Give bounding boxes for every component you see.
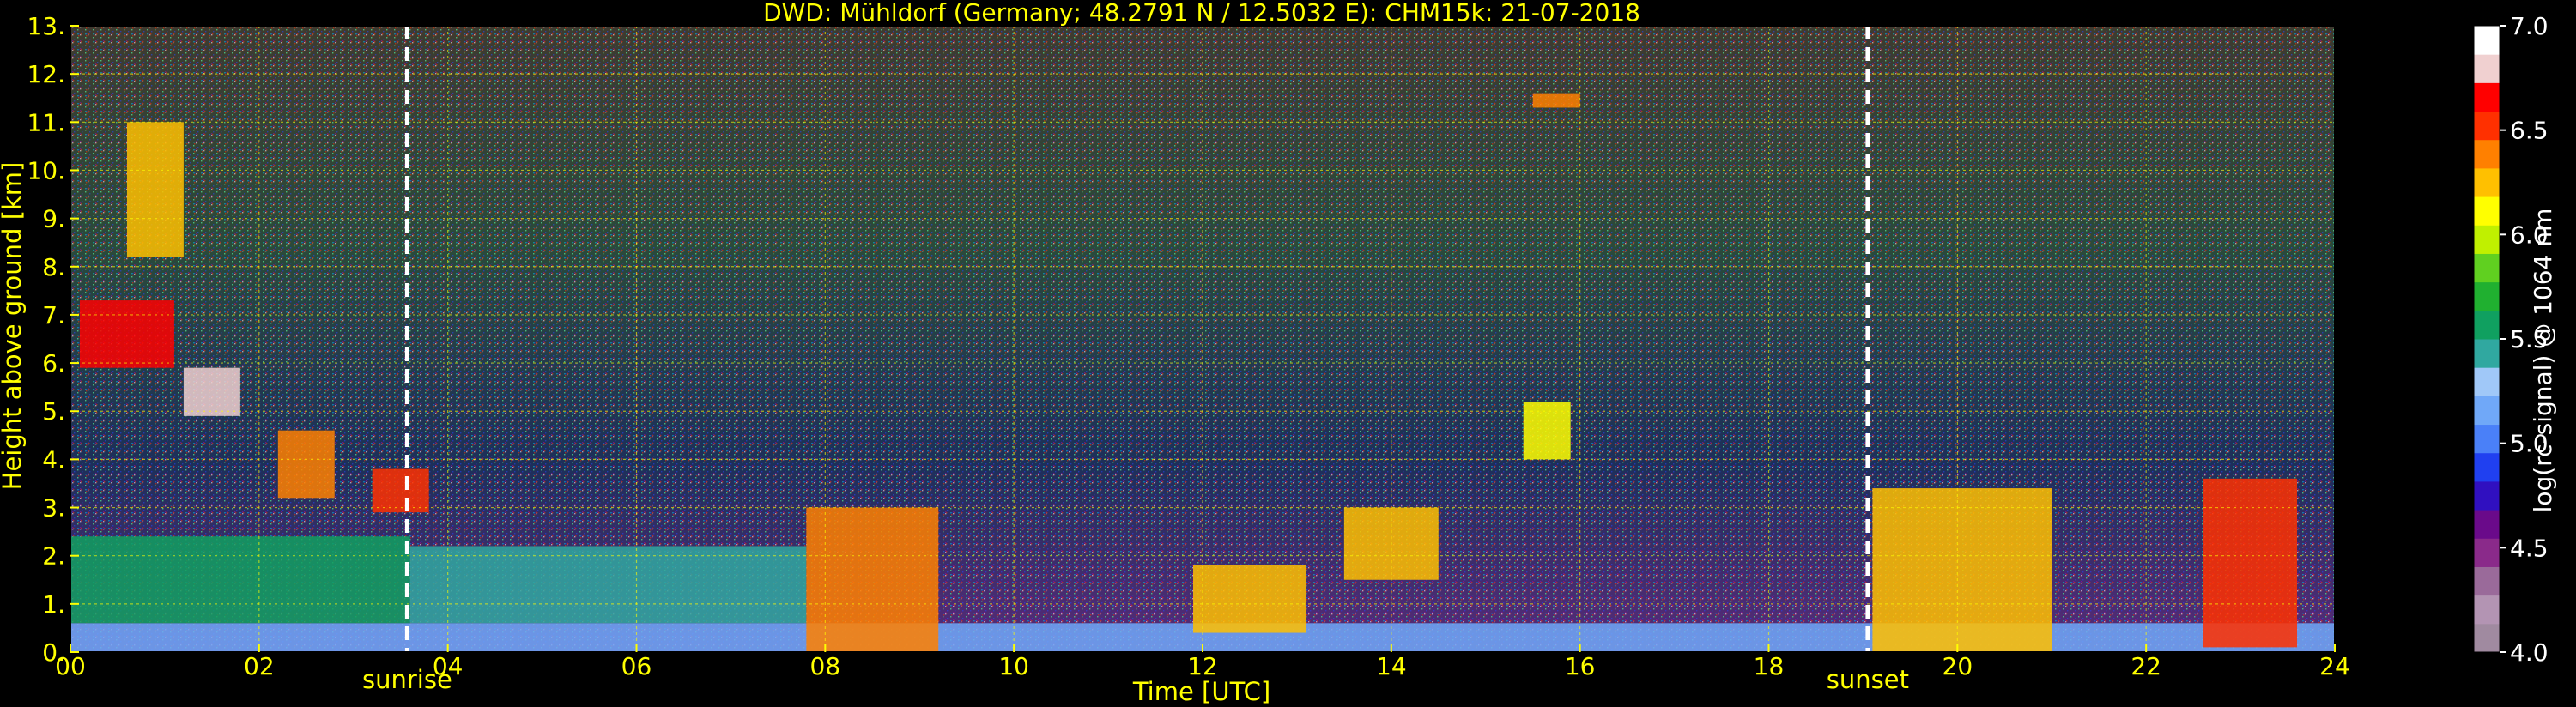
y-tick-label: 13. <box>27 12 65 40</box>
colorbar-tick-label: 7.0 <box>2510 12 2549 40</box>
y-tick-label: 5. <box>42 397 65 426</box>
colorbar-segment <box>2474 452 2500 482</box>
colorbar-segment <box>2474 566 2500 596</box>
y-tick-label: 12. <box>27 60 65 88</box>
x-tick-label: 02 <box>244 652 275 680</box>
x-tick-label: 14 <box>1376 652 1407 680</box>
signal-feature-1 <box>70 536 410 624</box>
x-tick-label: 18 <box>1754 652 1785 680</box>
y-tick-label: 0. <box>42 638 65 667</box>
y-axis-label: Height above ground [km] <box>0 162 27 491</box>
x-tick-label: 06 <box>621 652 652 680</box>
colorbar-segment <box>2474 367 2500 396</box>
y-tick-label: 1. <box>42 590 65 619</box>
signal-feature-9 <box>1193 565 1306 633</box>
x-tick-label: 24 <box>2319 652 2350 680</box>
colorbar-segment <box>2474 225 2500 254</box>
signal-feature-2 <box>409 546 807 624</box>
signal-feature-4 <box>79 300 174 368</box>
signal-feature-13 <box>1872 488 2052 652</box>
x-tick-label: 16 <box>1565 652 1596 680</box>
colorbar-segment <box>2474 310 2500 340</box>
colorbar-segment <box>2474 480 2500 511</box>
y-tick-label: 10. <box>27 156 65 184</box>
signal-feature-12 <box>1532 93 1580 108</box>
colorbar-segment <box>2474 424 2500 454</box>
signal-feature-3 <box>806 507 939 652</box>
colorbar-segment <box>2474 281 2500 311</box>
y-tick-label: 9. <box>42 205 65 233</box>
signal-feature-5 <box>183 367 240 416</box>
y-tick-label: 8. <box>42 253 65 281</box>
y-tick-label: 4. <box>42 445 65 474</box>
signal-feature-6 <box>277 430 335 499</box>
colorbar-segment <box>2474 111 2500 141</box>
colorbar-segment <box>2474 623 2500 653</box>
y-tick-label: 2. <box>42 542 65 571</box>
y-tick-label: 3. <box>42 494 65 523</box>
annotation-label-sunset: sunset <box>1827 665 1909 694</box>
colorbar-tick-label: 6.5 <box>2510 117 2549 145</box>
colorbar-segment <box>2474 595 2500 625</box>
signal-feature-7 <box>126 122 184 257</box>
x-axis-label: Time [UTC] <box>1132 677 1270 706</box>
x-tick-label: 22 <box>2131 652 2161 680</box>
colorbar-segment <box>2474 510 2500 539</box>
colorbar-segment <box>2474 26 2500 55</box>
x-tick-label: 10 <box>998 652 1029 680</box>
colorbar-segment <box>2474 139 2500 169</box>
signal-feature-11 <box>1523 402 1571 460</box>
colorbar-label: log(rc-signal) @ 1064 nm <box>2529 208 2557 513</box>
colorbar-segment <box>2474 196 2500 226</box>
signal-feature-8 <box>372 468 429 513</box>
colorbar-tick-label: 4.5 <box>2510 534 2549 562</box>
lidar-chart: sunrise sunset 00 02 04 06 08 10 12 14 16 18 20 22 24… <box>0 0 2557 706</box>
x-tick-label: 08 <box>810 652 841 680</box>
colorbar-segment <box>2474 538 2500 567</box>
colorbar-segment <box>2474 253 2500 283</box>
colorbar-segment <box>2474 396 2500 426</box>
y-tick-label: 6. <box>42 349 65 378</box>
chart-title: DWD: Mühldorf (Germany; 48.2791 N / 12.5… <box>763 0 1640 27</box>
colorbar-segment <box>2474 54 2500 83</box>
colorbar-segment <box>2474 339 2500 368</box>
y-tick-label: 11. <box>27 108 65 136</box>
x-tick-label: 20 <box>1943 652 1973 680</box>
x-tick-label: 04 <box>433 652 464 680</box>
colorbar-segment <box>2474 167 2500 197</box>
y-tick-label: 7. <box>42 301 65 329</box>
colorbar-segment <box>2474 82 2500 112</box>
colorbar-tick-label: 4.0 <box>2510 638 2549 667</box>
signal-feature-14 <box>2203 478 2298 648</box>
